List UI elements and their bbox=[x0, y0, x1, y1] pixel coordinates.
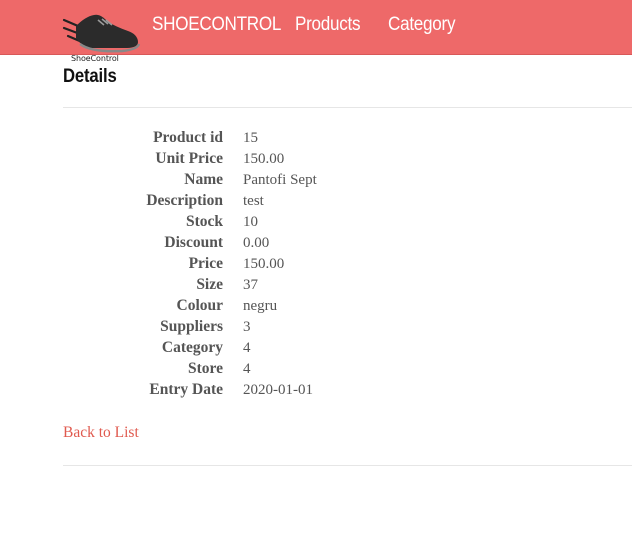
detail-row: Price 150.00 bbox=[63, 255, 563, 276]
detail-row: Store 4 bbox=[63, 360, 563, 381]
detail-value: test bbox=[243, 193, 264, 209]
detail-label: Description bbox=[146, 192, 223, 209]
detail-label: Colour bbox=[176, 297, 224, 314]
detail-row: Product id 15 bbox=[63, 129, 563, 150]
brand-logo[interactable]: ShoeControl bbox=[62, 6, 142, 64]
detail-value: 0.00 bbox=[243, 235, 270, 251]
nav-home-link[interactable]: SHOECONTROL bbox=[152, 14, 281, 36]
detail-row: Description test bbox=[63, 192, 563, 213]
detail-value: Pantofi Sept bbox=[243, 172, 317, 188]
detail-label: Product id bbox=[153, 129, 223, 146]
detail-row: Size 37 bbox=[63, 276, 563, 297]
detail-label: Discount bbox=[164, 234, 223, 251]
navbar: ShoeControl SHOECONTROL Products Categor… bbox=[0, 0, 632, 63]
detail-row: Discount 0.00 bbox=[63, 234, 563, 255]
detail-label: Suppliers bbox=[160, 318, 223, 335]
detail-row: Name Pantofi Sept bbox=[63, 171, 563, 192]
detail-row: Colour negru bbox=[63, 297, 563, 318]
detail-row: Unit Price 150.00 bbox=[63, 150, 563, 171]
detail-label: Entry Date bbox=[149, 381, 223, 398]
detail-label: Category bbox=[161, 339, 223, 356]
details-list: Product id 15 Unit Price 150.00 Name Pantofi … bbox=[63, 129, 563, 402]
detail-value: 4 bbox=[243, 361, 251, 377]
detail-value: negru bbox=[243, 298, 278, 314]
detail-value: 2020-01-01 bbox=[243, 382, 313, 398]
detail-row: Stock 10 bbox=[63, 213, 563, 234]
detail-row: Category 4 bbox=[63, 339, 563, 360]
detail-label: Size bbox=[196, 276, 223, 293]
nav-category-link[interactable]: Category bbox=[388, 14, 456, 36]
detail-row: Entry Date 2020-01-01 bbox=[63, 381, 563, 402]
detail-label: Stock bbox=[185, 213, 223, 230]
brand-name: ShoeControl bbox=[71, 54, 119, 63]
detail-value: 3 bbox=[243, 319, 251, 335]
detail-value: 37 bbox=[243, 277, 258, 293]
detail-value: 15 bbox=[243, 130, 258, 146]
detail-value: 4 bbox=[243, 340, 251, 356]
detail-value: 150.00 bbox=[243, 256, 285, 272]
detail-label: Price bbox=[188, 255, 223, 272]
detail-row: Suppliers 3 bbox=[63, 318, 563, 339]
detail-label: Unit Price bbox=[155, 150, 223, 167]
detail-value: 10 bbox=[243, 214, 258, 230]
nav-products-link[interactable]: Products bbox=[295, 14, 361, 36]
detail-label: Name bbox=[184, 171, 223, 188]
back-to-list-link[interactable]: Back to List bbox=[63, 424, 139, 442]
sneaker-logo-icon bbox=[62, 14, 141, 53]
detail-value: 150.00 bbox=[243, 151, 285, 167]
detail-label: Store bbox=[187, 360, 223, 377]
divider-top bbox=[63, 107, 632, 108]
divider-bottom bbox=[63, 465, 632, 466]
page-title: Details bbox=[63, 66, 117, 87]
